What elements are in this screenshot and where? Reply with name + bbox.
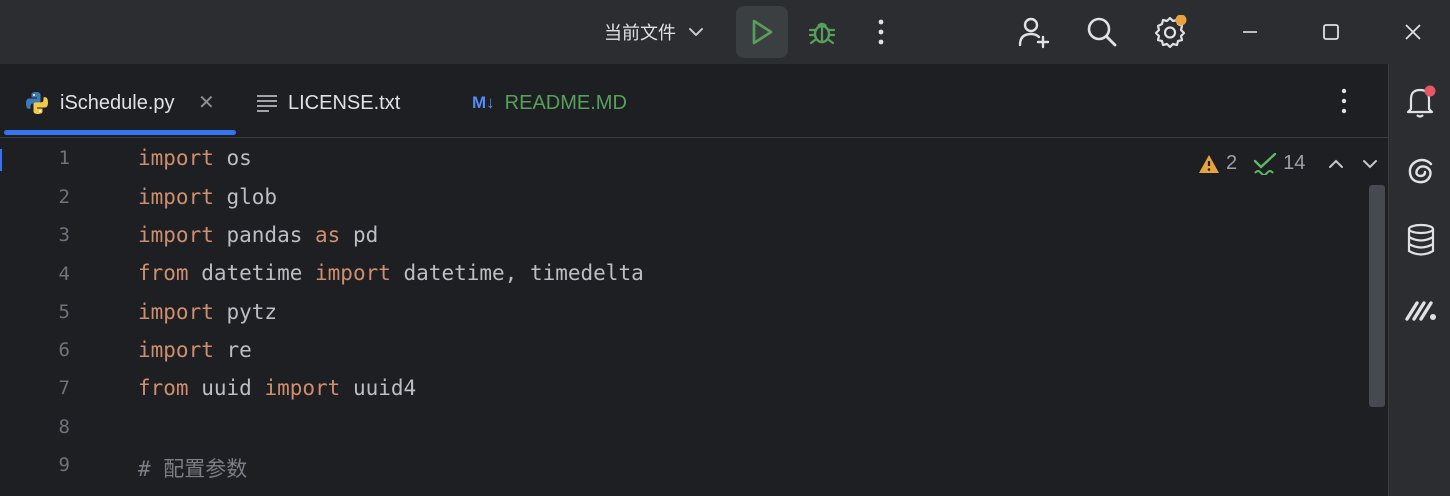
code-line-7: from uuid import uuid4 bbox=[138, 376, 417, 400]
debug-button[interactable] bbox=[796, 6, 848, 58]
weak-warnings-count[interactable]: 14 bbox=[1253, 152, 1305, 175]
chevron-down-icon[interactable] bbox=[1361, 155, 1379, 173]
bug-icon bbox=[808, 22, 836, 45]
tab-label: iSchedule.py bbox=[60, 91, 175, 114]
ai-assistant-button[interactable] bbox=[1403, 154, 1439, 190]
notifications-icon bbox=[1406, 85, 1436, 118]
line-number: 2 bbox=[58, 186, 70, 208]
title-bar: 当前文件 bbox=[0, 0, 1450, 64]
close-icon bbox=[1405, 24, 1421, 40]
line-number: 8 bbox=[58, 416, 70, 438]
notifications-button[interactable] bbox=[1403, 84, 1439, 120]
database-icon bbox=[1407, 223, 1435, 256]
run-button[interactable] bbox=[736, 6, 788, 58]
close-window-button[interactable] bbox=[1387, 6, 1439, 58]
maximize-icon bbox=[1323, 24, 1339, 40]
inspection-widget[interactable]: 2 14 bbox=[1198, 152, 1379, 175]
text-lines-icon bbox=[257, 95, 277, 112]
search-everywhere-button[interactable] bbox=[1076, 6, 1128, 58]
chevron-up-icon[interactable] bbox=[1327, 155, 1345, 173]
code-line-3: import pandas as pd bbox=[138, 223, 379, 247]
markdown-icon: M↓ bbox=[472, 93, 495, 112]
warning-icon bbox=[1199, 154, 1219, 173]
check-wave-icon bbox=[1253, 152, 1277, 175]
python-icon bbox=[26, 92, 48, 114]
add-user-icon bbox=[1018, 17, 1050, 49]
chevron-down-icon bbox=[689, 28, 703, 36]
tab-ischedule-py[interactable]: iSchedule.py bbox=[24, 78, 175, 128]
line-number: 1 bbox=[58, 147, 70, 169]
code-line-2: import glob bbox=[138, 185, 278, 209]
active-tab-indicator bbox=[4, 130, 236, 135]
code-line-6: import re bbox=[138, 338, 252, 362]
line-number: 5 bbox=[58, 301, 70, 323]
run-configuration-label: 当前文件 bbox=[604, 23, 676, 44]
tab-label: README.MD bbox=[504, 91, 627, 114]
tabs-more-button[interactable] bbox=[1340, 88, 1348, 119]
line-number: 3 bbox=[58, 224, 70, 246]
gear-icon bbox=[1154, 15, 1187, 49]
line-number: 6 bbox=[58, 339, 70, 361]
more-actions-button[interactable] bbox=[855, 6, 907, 58]
close-tab-icon[interactable]: ✕ bbox=[198, 90, 215, 115]
database-button[interactable] bbox=[1403, 222, 1439, 258]
run-configuration-dropdown[interactable]: 当前文件 bbox=[596, 14, 714, 50]
warnings-count[interactable]: 2 bbox=[1198, 152, 1237, 175]
code-with-me-button[interactable] bbox=[1008, 6, 1060, 58]
line-number: 7 bbox=[58, 377, 70, 399]
ai-assistant-icon bbox=[1408, 158, 1433, 184]
inspection-navigation bbox=[1327, 155, 1379, 173]
markdown-preview-button[interactable] bbox=[1403, 292, 1439, 328]
code-line-1: import os bbox=[138, 146, 252, 170]
editor-area: iSchedule.py ✕ LICENSE.txt M↓ README.MD … bbox=[0, 64, 1388, 496]
search-icon bbox=[1087, 17, 1117, 47]
tab-label: LICENSE.txt bbox=[288, 91, 401, 114]
line-number: 9 bbox=[58, 454, 70, 476]
tab-license-txt[interactable]: LICENSE.txt bbox=[256, 78, 400, 128]
play-icon bbox=[752, 19, 773, 45]
vertical-scrollbar[interactable] bbox=[1369, 185, 1385, 407]
settings-update-badge bbox=[1175, 15, 1187, 26]
maximize-button[interactable] bbox=[1305, 6, 1357, 58]
right-tool-window-strip bbox=[1388, 64, 1450, 496]
minimize-button[interactable] bbox=[1224, 6, 1276, 58]
editor-tab-bar: iSchedule.py ✕ LICENSE.txt M↓ README.MD bbox=[0, 64, 1388, 138]
code-line-9: # 配置参数 bbox=[138, 457, 248, 481]
tab-readme-md[interactable]: M↓ README.MD bbox=[472, 78, 627, 128]
markdown-preview-icon bbox=[1405, 301, 1436, 321]
minimize-icon bbox=[1243, 31, 1257, 33]
kebab-icon bbox=[1341, 88, 1347, 114]
line-number: 4 bbox=[58, 263, 70, 285]
settings-button[interactable] bbox=[1144, 6, 1196, 58]
code-line-4: from datetime import datetime, timedelta bbox=[138, 261, 644, 285]
code-line-5: import pytz bbox=[138, 300, 278, 324]
code-editor[interactable]: 1 2 3 4 5 6 7 8 9 import os import glob … bbox=[0, 139, 1388, 496]
kebab-icon bbox=[878, 19, 884, 45]
